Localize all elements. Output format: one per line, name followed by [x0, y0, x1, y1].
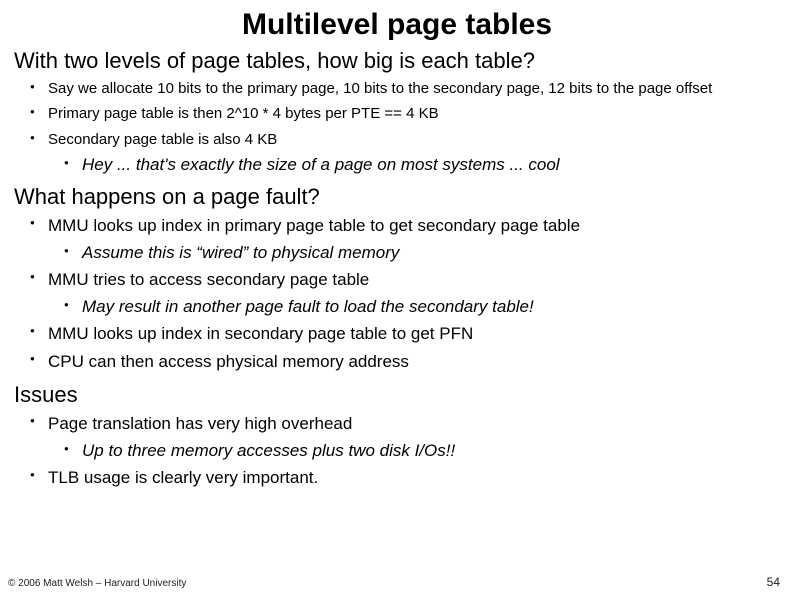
sublist-item: Up to three memory accesses plus two dis…	[82, 440, 780, 462]
list-item: MMU tries to access secondary page table…	[48, 269, 780, 318]
sublist: May result in another page fault to load…	[48, 296, 780, 318]
list-item-text: TLB usage is clearly very important.	[48, 468, 318, 487]
footer-page-number: 54	[767, 575, 780, 589]
section2-heading: What happens on a page fault?	[14, 184, 780, 210]
list-item-text: MMU looks up index in secondary page tab…	[48, 324, 473, 343]
list-item: TLB usage is clearly very important.	[48, 467, 780, 490]
list-item-text: Secondary page table is also 4 KB	[48, 131, 277, 148]
list-item: CPU can then access physical memory addr…	[48, 351, 780, 374]
list-item-text: MMU tries to access secondary page table	[48, 270, 369, 289]
section3-list: Page translation has very high overhead …	[14, 413, 780, 490]
list-item: Page translation has very high overhead …	[48, 413, 780, 462]
list-item-text: Primary page table is then 2^10 * 4 byte…	[48, 105, 439, 122]
list-item: MMU looks up index in secondary page tab…	[48, 323, 780, 346]
section3-heading: Issues	[14, 382, 780, 408]
section1-list: Say we allocate 10 bits to the primary p…	[14, 79, 780, 176]
sublist: Assume this is “wired” to physical memor…	[48, 242, 780, 264]
list-item: MMU looks up index in primary page table…	[48, 215, 780, 264]
sublist-item: Hey ... that's exactly the size of a pag…	[82, 154, 780, 176]
footer-copyright: © 2006 Matt Welsh – Harvard University	[8, 578, 186, 589]
slide-title: Multilevel page tables	[14, 8, 780, 42]
sublist-item: May result in another page fault to load…	[82, 296, 780, 318]
list-item-text: MMU looks up index in primary page table…	[48, 216, 580, 235]
sublist-item: Assume this is “wired” to physical memor…	[82, 242, 780, 264]
list-item-text: Say we allocate 10 bits to the primary p…	[48, 80, 712, 97]
section1-heading: With two levels of page tables, how big …	[14, 48, 780, 74]
sublist: Up to three memory accesses plus two dis…	[48, 440, 780, 462]
section2-list: MMU looks up index in primary page table…	[14, 215, 780, 374]
list-item: Say we allocate 10 bits to the primary p…	[48, 79, 780, 99]
list-item: Primary page table is then 2^10 * 4 byte…	[48, 104, 780, 124]
list-item-text: CPU can then access physical memory addr…	[48, 352, 409, 371]
list-item: Secondary page table is also 4 KB Hey ..…	[48, 130, 780, 176]
list-item-text: Page translation has very high overhead	[48, 414, 352, 433]
slide: Multilevel page tables With two levels o…	[0, 0, 794, 595]
sublist: Hey ... that's exactly the size of a pag…	[48, 154, 780, 176]
